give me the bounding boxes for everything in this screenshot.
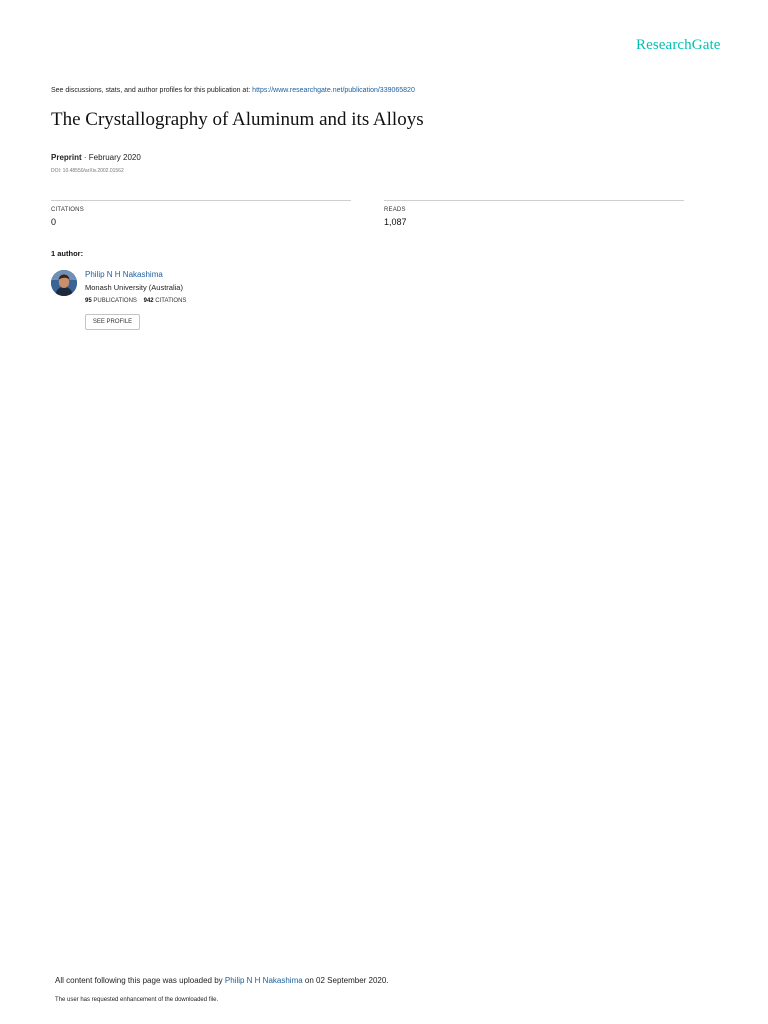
citations-divider bbox=[51, 200, 351, 201]
reads-value: 1,087 bbox=[384, 217, 407, 227]
discussion-text: See discussions, stats, and author profi… bbox=[51, 87, 253, 94]
uploader-link[interactable]: Philip N H Nakashima bbox=[225, 976, 303, 985]
uploaded-note: All content following this page was uplo… bbox=[55, 976, 389, 985]
uploaded-prefix: All content following this page was uplo… bbox=[55, 976, 225, 985]
date-separator: · bbox=[81, 153, 89, 162]
author-publications-label: PUBLICATIONS bbox=[93, 298, 137, 304]
authors-heading: 1 author: bbox=[51, 249, 84, 258]
author-affiliation: Monash University (Australia) bbox=[85, 283, 183, 292]
author-photo-icon bbox=[51, 270, 77, 296]
publication-url-link[interactable]: https://www.researchgate.net/publication… bbox=[252, 87, 415, 94]
publication-doi[interactable]: DOI: 10.48550/arXiv.2002.01562 bbox=[51, 168, 124, 174]
author-avatar[interactable] bbox=[51, 270, 77, 296]
reads-divider bbox=[384, 200, 684, 201]
author-stats: 95 PUBLICATIONS 942 CITATIONS bbox=[85, 298, 186, 304]
uploaded-suffix: on 02 September 2020. bbox=[302, 976, 389, 985]
publication-date: February 2020 bbox=[88, 153, 141, 162]
author-citations-count: 942 bbox=[143, 298, 154, 304]
author-citations-label: CITATIONS bbox=[155, 298, 187, 304]
publication-title: The Crystallography of Aluminum and its … bbox=[51, 109, 424, 130]
researchgate-logo[interactable]: ResearchGate bbox=[636, 37, 720, 54]
see-profile-button[interactable]: SEE PROFILE bbox=[85, 314, 140, 330]
discussion-line: See discussions, stats, and author profi… bbox=[51, 87, 415, 94]
reads-label: READS bbox=[384, 207, 406, 213]
citations-label: CITATIONS bbox=[51, 207, 84, 213]
citations-value: 0 bbox=[51, 217, 57, 227]
publication-meta: Preprint · February 2020 bbox=[51, 153, 141, 162]
author-name-link[interactable]: Philip N H Nakashima bbox=[85, 270, 163, 279]
enhancement-note: The user has requested enhancement of th… bbox=[55, 997, 219, 1003]
publication-type: Preprint bbox=[51, 153, 82, 162]
author-publications-count: 95 bbox=[85, 298, 92, 304]
